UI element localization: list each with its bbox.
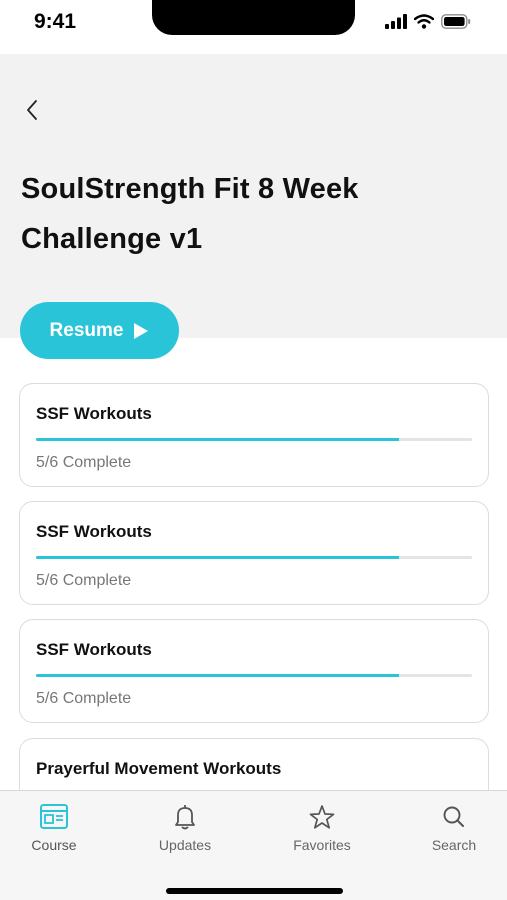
tab-label: Favorites [293,837,351,853]
status-time: 9:41 [34,10,77,33]
module-card[interactable]: SSF Workouts 5/6 Complete [19,619,489,723]
course-icon [40,804,68,829]
battery-icon [441,14,471,29]
module-card[interactable]: SSF Workouts 5/6 Complete [19,383,489,487]
status-bar: 9:41 [0,0,507,54]
status-icons [385,14,471,29]
home-indicator [166,888,343,894]
module-progress-fill [36,556,400,559]
module-progress-bar [36,674,472,677]
star-icon [309,805,335,829]
bell-icon [175,805,195,830]
tab-favorites[interactable]: Favorites [272,803,372,853]
device-notch [152,0,355,35]
tab-course[interactable]: Course [4,803,104,853]
course-header: SoulStrength Fit 8 Week Challenge v1 [0,54,507,338]
tab-bar: Course Updates Favorites Search [0,790,507,900]
tab-updates[interactable]: Updates [135,803,235,853]
module-title: SSF Workouts [36,640,152,659]
module-card[interactable]: SSF Workouts 5/6 Complete [19,501,489,605]
tab-label: Updates [158,837,212,853]
module-title: SSF Workouts [36,404,152,423]
module-status: 5/6 Complete [36,690,132,707]
resume-button[interactable]: Resume [20,302,179,359]
search-icon [443,806,464,827]
play-icon [134,322,149,339]
module-progress-fill [36,674,400,677]
resume-button-label: Resume [49,319,124,341]
module-progress-bar [36,438,472,441]
wifi-icon [414,14,434,29]
module-progress-bar [36,556,472,559]
module-status: 5/6 Complete [36,572,132,589]
signal-icon [385,14,407,29]
chevron-left-icon [27,100,37,120]
page-title: SoulStrength Fit 8 Week Challenge v1 [21,173,359,255]
module-title: SSF Workouts [36,522,152,541]
tab-label: Course [31,837,77,853]
tab-label: Search [431,837,477,853]
module-progress-fill [36,438,400,441]
tab-search[interactable]: Search [404,803,504,853]
module-status: 5/6 Complete [36,454,132,471]
back-button[interactable] [18,96,46,124]
module-title: Prayerful Movement Workouts [36,759,282,778]
